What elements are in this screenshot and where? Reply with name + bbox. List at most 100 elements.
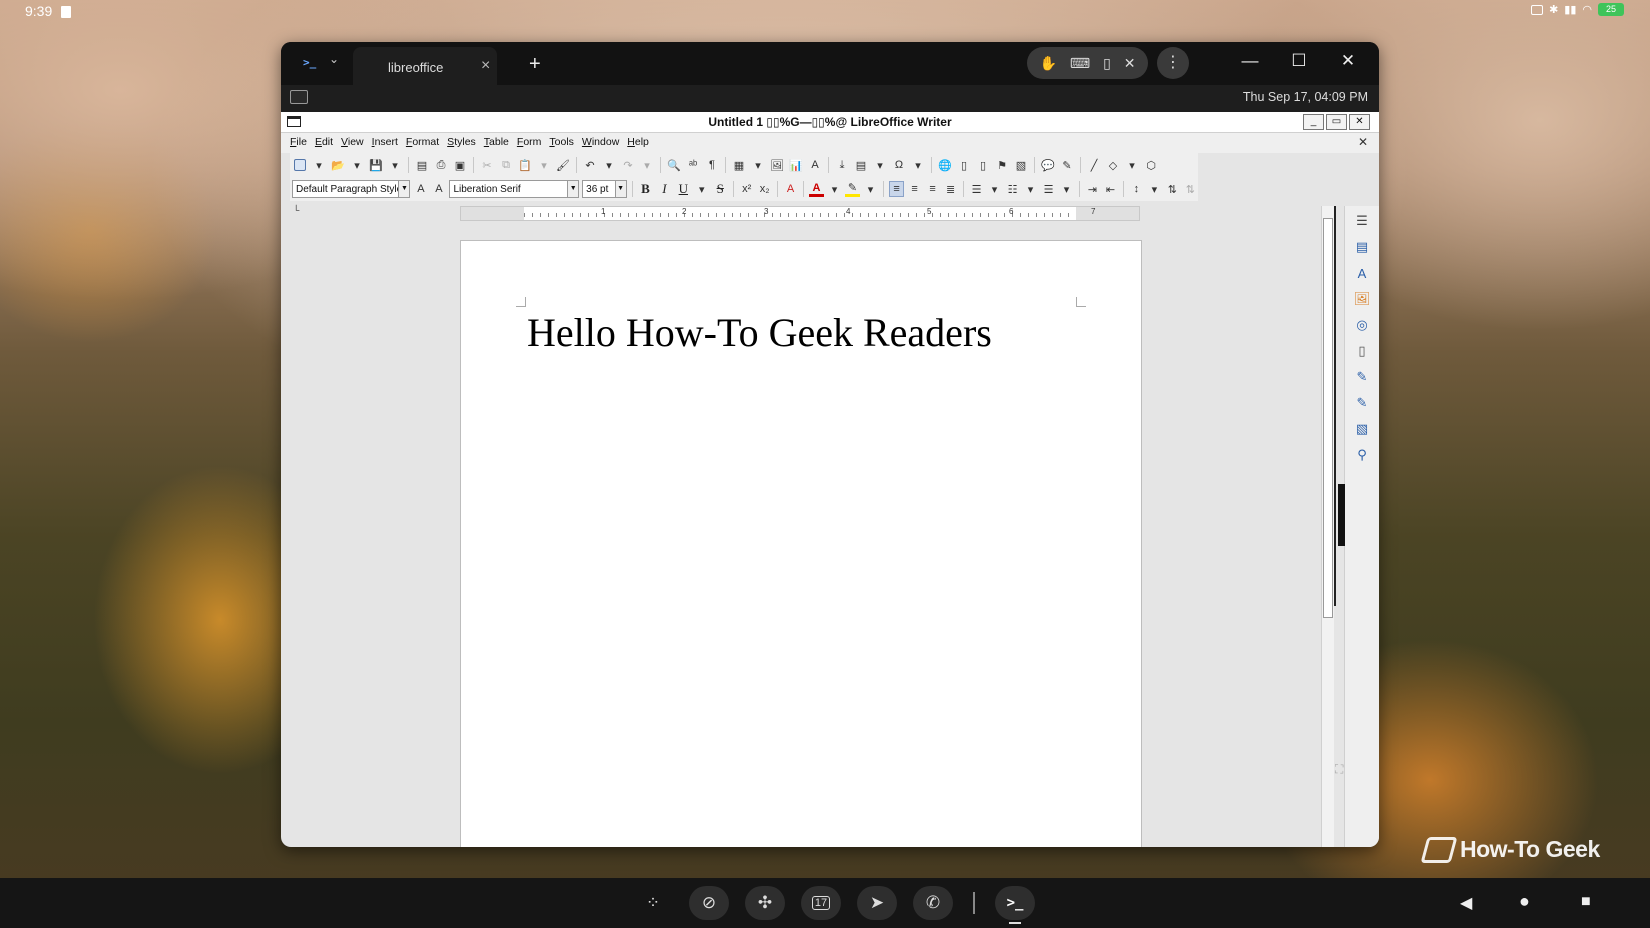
find-icon[interactable]: ⚲: [1353, 446, 1371, 464]
open-dropdown-icon[interactable]: ▾: [349, 157, 365, 173]
insert-image-icon[interactable]: 🖼: [769, 157, 785, 173]
cross-reference-icon[interactable]: ▧: [1013, 157, 1029, 173]
arrow-app-icon[interactable]: ➤: [857, 886, 897, 920]
close-tab-icon[interactable]: ×: [481, 57, 490, 75]
align-left-icon[interactable]: ≡: [888, 181, 905, 197]
hand-icon[interactable]: ✋: [1039, 55, 1056, 72]
undo-dropdown-icon[interactable]: ▾: [601, 157, 617, 173]
clone-formatting-icon[interactable]: 🖌: [555, 157, 571, 173]
underline-icon[interactable]: U: [675, 181, 691, 197]
insert-chart-icon[interactable]: 📊: [788, 157, 804, 173]
redo-dropdown-icon[interactable]: ▾: [639, 157, 655, 173]
endnote-icon[interactable]: ▯: [975, 157, 991, 173]
strikethrough-icon[interactable]: S: [712, 181, 728, 197]
horizontal-ruler[interactable]: 1 2 3 4 5 6 7: [460, 206, 1140, 221]
special-character-icon[interactable]: Ω: [891, 157, 907, 173]
document-text[interactable]: Hello How-To Geek Readers: [527, 309, 992, 356]
insert-line-icon[interactable]: ╱: [1086, 157, 1102, 173]
field-dropdown-icon[interactable]: ▾: [872, 157, 888, 173]
add-tab-button[interactable]: +: [529, 54, 541, 74]
bold-icon[interactable]: B: [637, 181, 653, 197]
more-options-icon[interactable]: ⋮: [1157, 47, 1189, 79]
keyboard-icon[interactable]: ⌨: [1070, 55, 1090, 72]
update-style-icon[interactable]: A: [413, 181, 428, 197]
minimize-icon[interactable]: —: [1237, 51, 1263, 71]
insert-field-icon[interactable]: ▤: [853, 157, 869, 173]
copy-icon[interactable]: ⧉: [498, 157, 514, 173]
menu-file[interactable]: File: [290, 136, 307, 148]
phone-icon[interactable]: ✆: [913, 886, 953, 920]
line-spacing-dropdown-icon[interactable]: ▾: [1147, 181, 1162, 197]
terminal-view-icon[interactable]: [290, 90, 308, 104]
paste-dropdown-icon[interactable]: ▾: [536, 157, 552, 173]
print-preview-icon[interactable]: ▣: [452, 157, 468, 173]
menu-help[interactable]: Help: [627, 136, 649, 148]
navigator-icon[interactable]: ◎: [1353, 316, 1371, 334]
subscript-icon[interactable]: x₂: [757, 181, 772, 197]
back-icon[interactable]: ◀: [1460, 893, 1472, 913]
page-icon[interactable]: ▯: [1353, 342, 1371, 360]
special-char-dropdown-icon[interactable]: ▾: [910, 157, 926, 173]
terminal-app-icon[interactable]: >_: [303, 56, 316, 69]
gallery-icon[interactable]: 🖼: [1353, 290, 1371, 308]
properties-icon[interactable]: ▤: [1353, 238, 1371, 256]
terminal-icon[interactable]: >_: [995, 886, 1035, 924]
new-document-icon[interactable]: [292, 157, 308, 173]
outline-icon[interactable]: ☰: [1041, 181, 1056, 197]
close-document-icon[interactable]: ✕: [1358, 135, 1368, 149]
vertical-scrollbar[interactable]: [1321, 206, 1336, 847]
vpn-icon[interactable]: ⊘: [689, 886, 729, 920]
hyperlink-icon[interactable]: 🌐: [937, 157, 953, 173]
mouse-icon[interactable]: ▯: [1103, 55, 1111, 72]
draw-functions-icon[interactable]: ⬡: [1143, 157, 1159, 173]
clear-formatting-icon[interactable]: A: [783, 181, 798, 197]
bullets-icon[interactable]: ☰: [969, 181, 984, 197]
shapes-dropdown-icon[interactable]: ▾: [1124, 157, 1140, 173]
manage-changes-icon[interactable]: ✎: [1353, 394, 1371, 412]
highlight-dropdown-icon[interactable]: ▾: [863, 181, 878, 197]
document-page[interactable]: Hello How-To Geek Readers: [460, 240, 1142, 847]
font-size-select[interactable]: 36 pt ▼: [582, 180, 627, 198]
cut-icon[interactable]: ✂: [479, 157, 495, 173]
menu-view[interactable]: View: [341, 136, 364, 148]
increase-indent-icon[interactable]: ⇥: [1085, 181, 1100, 197]
menu-tools[interactable]: Tools: [549, 136, 574, 148]
export-pdf-icon[interactable]: ▤: [414, 157, 430, 173]
redo-icon[interactable]: ↷: [620, 157, 636, 173]
formatting-marks-icon[interactable]: ¶: [704, 157, 720, 173]
expand-icon[interactable]: ⛶: [1335, 762, 1343, 777]
spelling-icon[interactable]: ᵃᵇ: [685, 157, 701, 173]
insert-table-icon[interactable]: ▦: [731, 157, 747, 173]
menu-window[interactable]: Window: [582, 136, 619, 148]
align-right-icon[interactable]: ≡: [925, 181, 940, 197]
writer-minimize-button[interactable]: _: [1303, 114, 1324, 130]
new-style-icon[interactable]: A: [431, 181, 446, 197]
scrollbar-thumb[interactable]: [1323, 218, 1333, 618]
sidebar-menu-icon[interactable]: ☰: [1353, 212, 1371, 230]
track-changes-icon[interactable]: ✎: [1059, 157, 1075, 173]
writer-close-button[interactable]: ✕: [1349, 114, 1370, 130]
app-drawer-icon[interactable]: ⁘: [633, 886, 673, 920]
tools-icon[interactable]: ✣: [745, 886, 785, 920]
justify-icon[interactable]: ≣: [943, 181, 958, 197]
home-icon[interactable]: ●: [1519, 891, 1530, 912]
style-inspector-icon[interactable]: ✎: [1353, 368, 1371, 386]
new-dropdown-icon[interactable]: ▾: [311, 157, 327, 173]
close-window-icon[interactable]: ✕: [1335, 51, 1361, 71]
writer-maximize-button[interactable]: ▭: [1326, 114, 1347, 130]
terminal-tab[interactable]: libreoffice ×: [353, 47, 497, 85]
numbering-icon[interactable]: ☷: [1005, 181, 1020, 197]
table-dropdown-icon[interactable]: ▾: [750, 157, 766, 173]
superscript-icon[interactable]: x²: [739, 181, 754, 197]
underline-dropdown-icon[interactable]: ▾: [694, 181, 709, 197]
save-dropdown-icon[interactable]: ▾: [387, 157, 403, 173]
sidebar-collapse-handle[interactable]: [1338, 484, 1345, 546]
comment-icon[interactable]: 💬: [1040, 157, 1056, 173]
menu-styles[interactable]: Styles: [447, 136, 476, 148]
line-spacing-icon[interactable]: ↕: [1129, 181, 1144, 197]
bookmark-icon[interactable]: ⚑: [994, 157, 1010, 173]
menu-insert[interactable]: Insert: [372, 136, 398, 148]
numbering-dropdown-icon[interactable]: ▾: [1023, 181, 1038, 197]
highlight-icon[interactable]: ✎: [845, 181, 861, 197]
calendar-icon[interactable]: 17: [801, 886, 841, 920]
